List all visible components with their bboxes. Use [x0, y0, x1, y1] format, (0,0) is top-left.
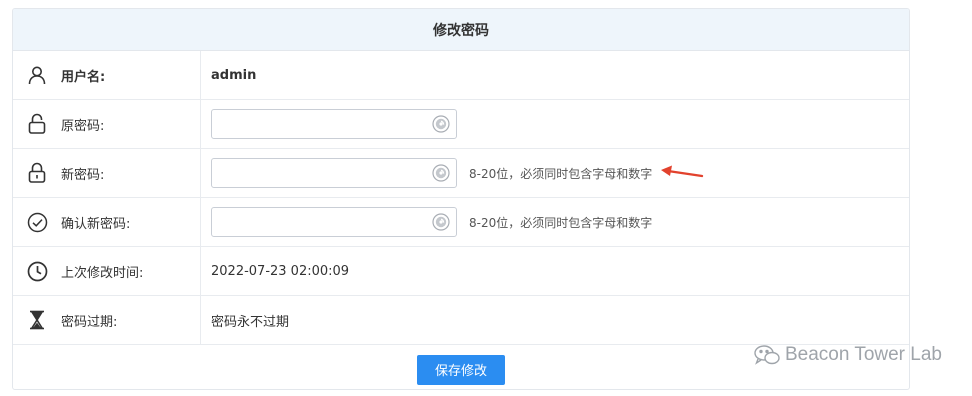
old-password-label-cell: 原密码:: [13, 100, 201, 148]
confirm-password-label: 确认新密码:: [61, 216, 131, 232]
save-button[interactable]: 保存修改: [417, 354, 505, 385]
new-password-field[interactable]: [211, 158, 457, 188]
new-password-label-cell: 新密码:: [13, 149, 201, 197]
locked-icon: [26, 162, 48, 184]
new-password-input[interactable]: [218, 160, 432, 188]
new-password-row: 新密码: 8-20位，必须同时包含字母和数字: [13, 149, 909, 198]
last-modified-row: 上次修改时间: 2022-07-23 02:00:09: [13, 247, 909, 296]
panel-title: 修改密码: [13, 9, 909, 51]
last-modified-label: 上次修改时间:: [61, 265, 144, 281]
screen: 修改密码 用户名: admin 原密码: 新密码: 8-20位，必须同时包含字母…: [0, 0, 972, 396]
confirm-password-value-cell: 8-20位，必须同时包含字母和数字: [201, 198, 909, 246]
old-password-value-cell: [201, 100, 909, 148]
confirm-password-label-cell: 确认新密码:: [13, 198, 201, 246]
username-value: admin: [211, 67, 257, 83]
wechat-icon: [754, 345, 780, 365]
expiry-label-cell: 密码过期:: [13, 296, 201, 344]
user-icon: [26, 64, 48, 86]
confirm-password-hint: 8-20位，必须同时包含字母和数字: [469, 215, 653, 230]
hourglass-icon: [26, 309, 48, 331]
new-password-hint: 8-20位，必须同时包含字母和数字: [469, 166, 653, 181]
new-password-label: 新密码:: [61, 167, 105, 183]
expiry-value-cell: 密码永不过期: [201, 296, 909, 344]
expiry-row: 密码过期: 密码永不过期: [13, 296, 909, 345]
confirm-password-row: 确认新密码: 8-20位，必须同时包含字母和数字: [13, 198, 909, 247]
watermark: Beacon Tower Lab: [753, 344, 942, 366]
last-modified-label-cell: 上次修改时间:: [13, 247, 201, 295]
username-label: 用户名:: [61, 69, 106, 85]
old-password-field[interactable]: [211, 109, 457, 139]
confirm-password-field[interactable]: [211, 207, 457, 237]
expiry-label: 密码过期:: [61, 314, 118, 330]
eye-toggle-icon[interactable]: [432, 115, 450, 133]
old-password-row: 原密码:: [13, 100, 909, 149]
red-arrow-icon: [661, 165, 704, 178]
username-value-cell: admin: [201, 51, 909, 99]
last-modified-value: 2022-07-23 02:00:09: [211, 263, 350, 279]
eye-toggle-icon[interactable]: [432, 213, 450, 231]
old-password-label: 原密码:: [61, 118, 105, 134]
confirm-password-input[interactable]: [218, 209, 432, 237]
watermark-text: Beacon Tower Lab: [784, 344, 942, 365]
unlocked-icon: [26, 113, 48, 135]
change-password-panel: 修改密码 用户名: admin 原密码: 新密码: 8-20位，必须同时包含字母…: [12, 8, 910, 390]
username-label-cell: 用户名:: [13, 51, 201, 99]
new-password-value-cell: 8-20位，必须同时包含字母和数字: [201, 149, 909, 197]
old-password-input[interactable]: [218, 111, 432, 139]
last-modified-value-cell: 2022-07-23 02:00:09: [201, 247, 909, 295]
clock-icon: [26, 260, 48, 282]
eye-toggle-icon[interactable]: [432, 164, 450, 182]
expiry-value: 密码永不过期: [211, 314, 290, 330]
check-circle-icon: [26, 211, 48, 233]
username-row: 用户名: admin: [13, 51, 909, 100]
